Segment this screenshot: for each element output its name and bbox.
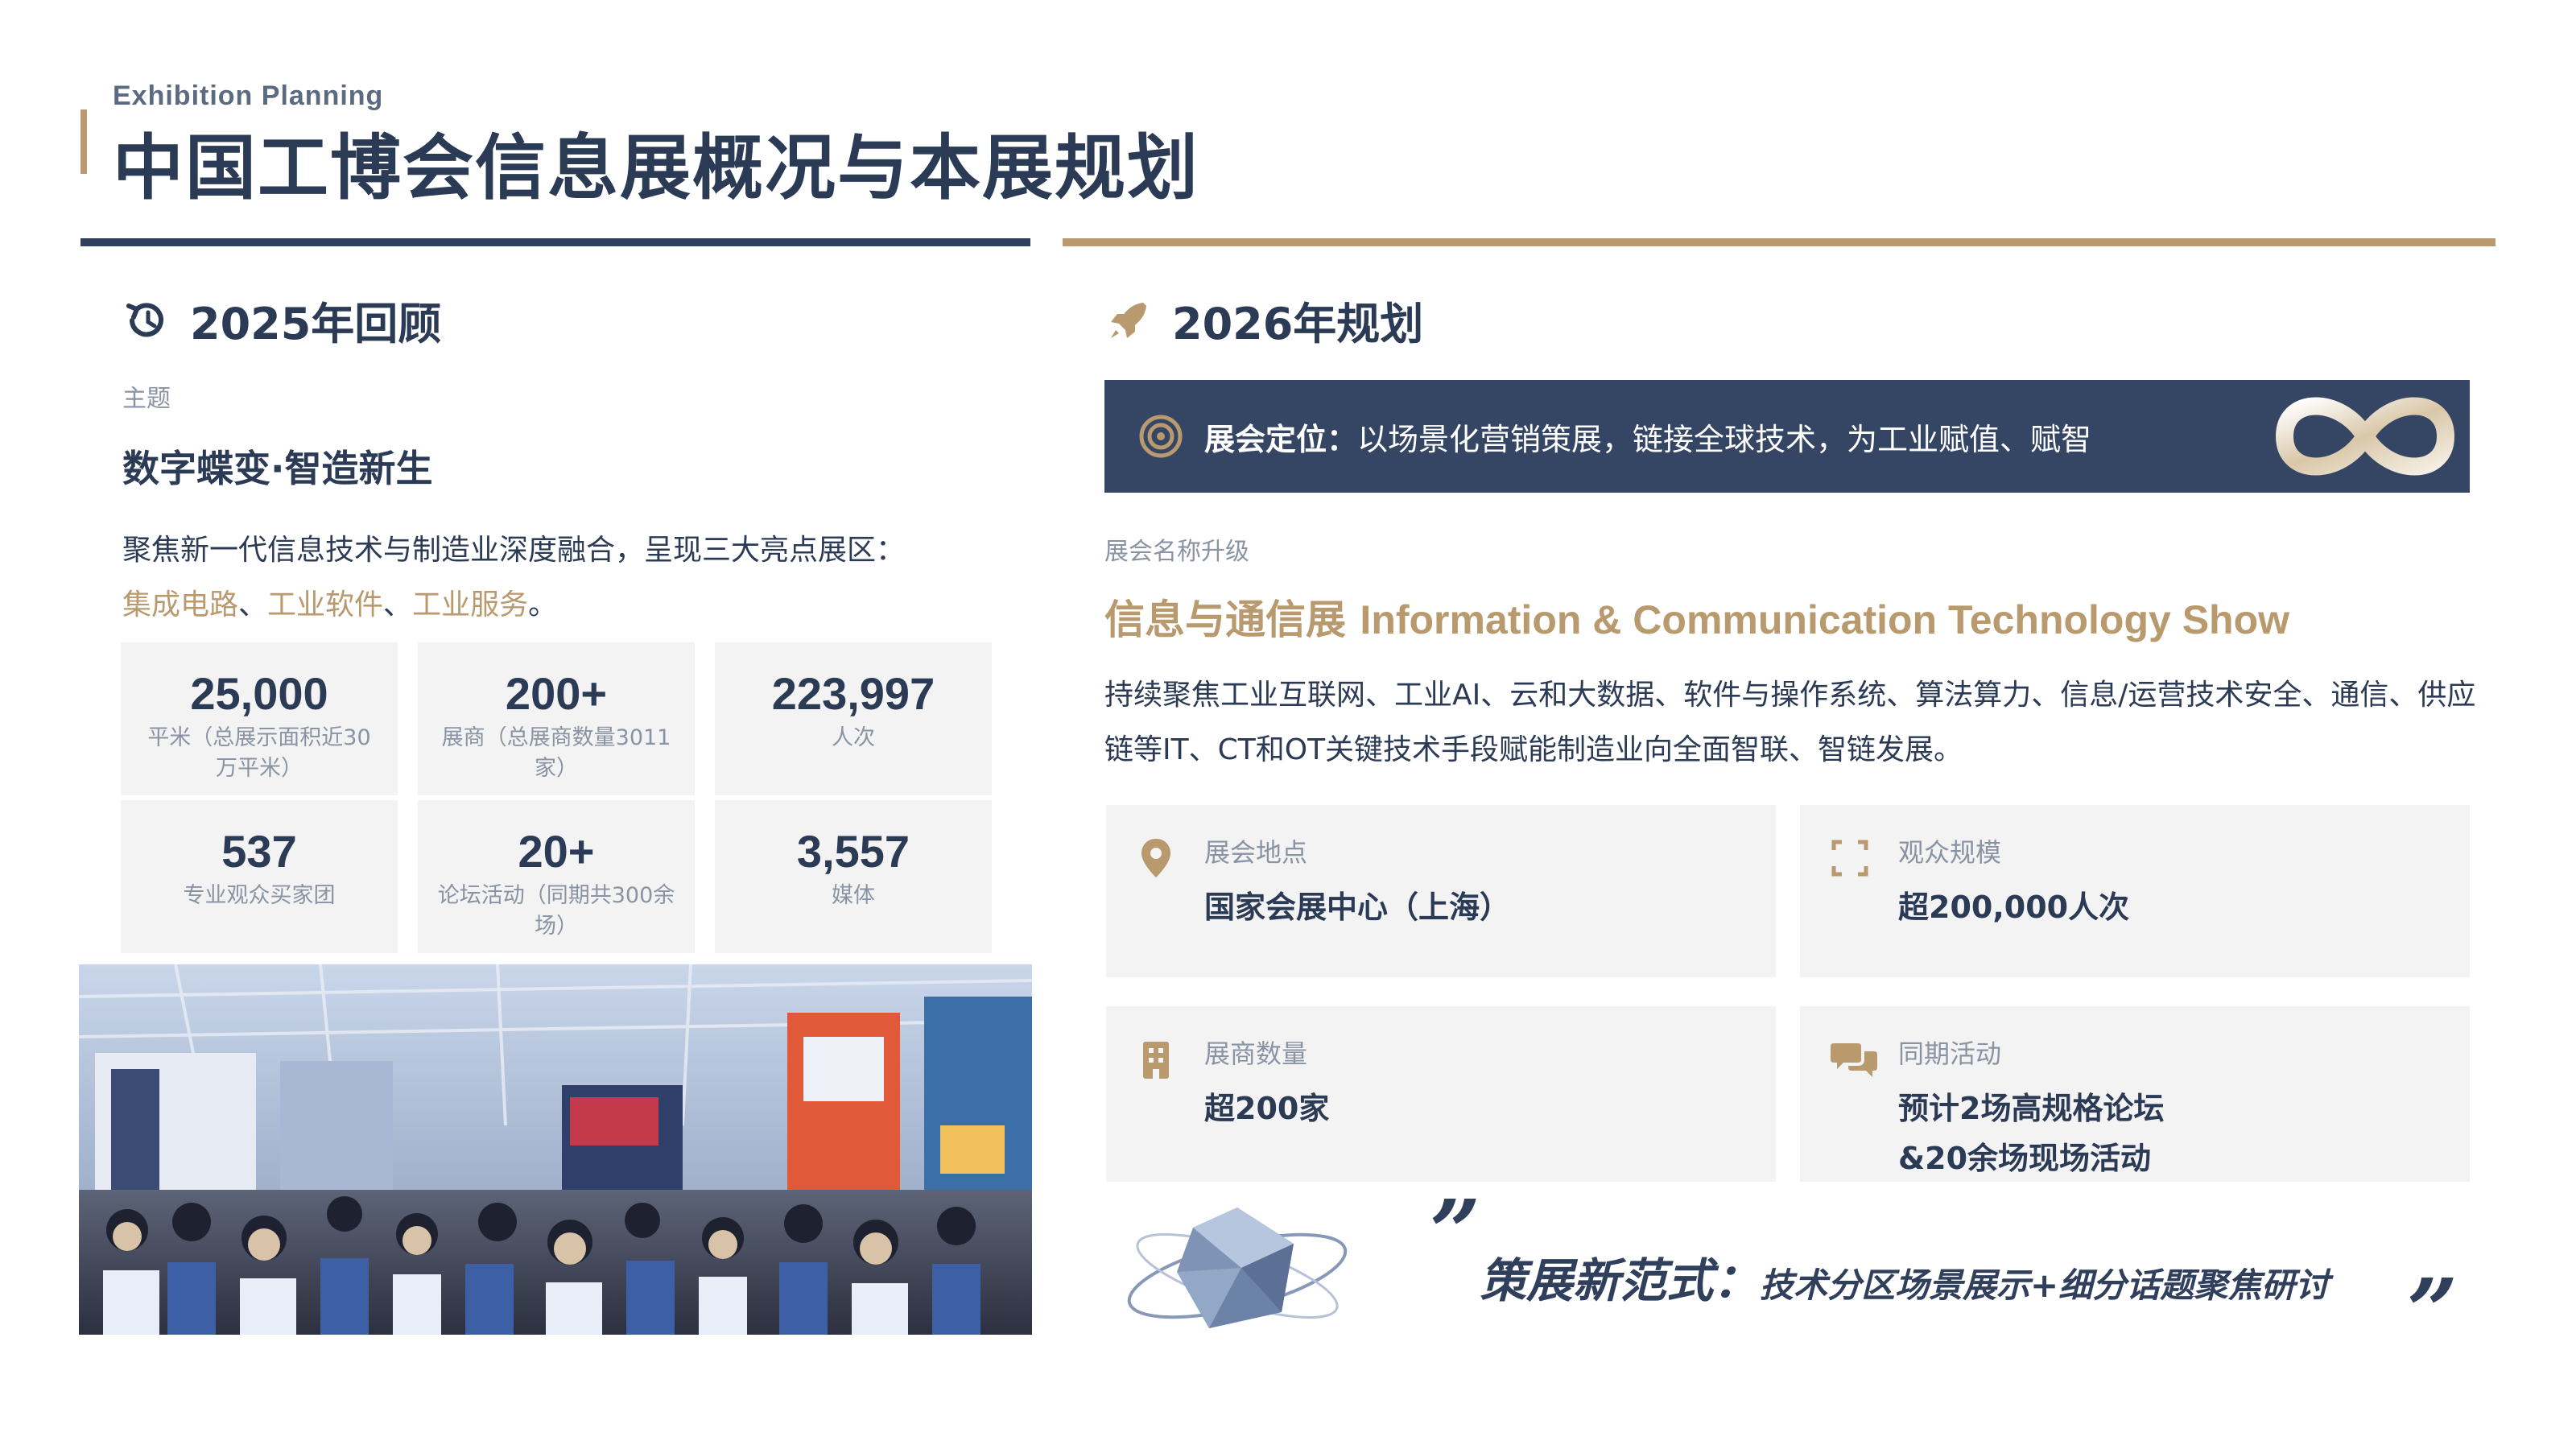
exhibition-photo bbox=[79, 964, 1032, 1335]
stat-card: 537 专业观众买家团 bbox=[121, 800, 398, 953]
info-card-exhibitors: 展商数量 超200家 bbox=[1106, 1006, 1776, 1182]
stats-grid: 25,000 平米（总展示面积近30万平米） 200+ 展商（总展商数量3011… bbox=[121, 642, 992, 953]
crystal-cube-icon bbox=[1127, 1208, 1348, 1328]
card-label: 展商数量 bbox=[1204, 1038, 1308, 1069]
stat-value: 200+ bbox=[505, 668, 608, 719]
info-card-audience: 观众规模 超200,000人次 bbox=[1800, 805, 2470, 977]
stat-caption: 专业观众买家团 bbox=[183, 883, 336, 908]
stat-caption: 媒体 bbox=[832, 883, 875, 908]
stat-value: 223,997 bbox=[771, 668, 935, 719]
review-intro: 聚焦新一代信息技术与制造业深度融合，呈现三大亮点展区： 集成电路、工业软件、工业… bbox=[122, 523, 1024, 633]
expand-frame-icon bbox=[1831, 840, 1868, 877]
quote-open-icon: ” bbox=[1430, 1180, 1481, 1284]
location-pin-icon bbox=[1141, 839, 1170, 877]
info-card-location: 展会地点 国家会展中心（上海） bbox=[1106, 805, 1776, 977]
right-divider bbox=[1063, 238, 2496, 246]
slogan-main: 策展新范式： bbox=[1480, 1253, 1761, 1308]
plan-heading-text: 2026年规划 bbox=[1172, 299, 1424, 349]
review-intro-text: 聚焦新一代信息技术与制造业深度融合，呈现三大亮点展区： bbox=[122, 534, 906, 567]
card-value-line2: &20余场现场活动 bbox=[1898, 1141, 2152, 1176]
upgrade-title: 信息与通信展 Information & Communication Techn… bbox=[1104, 588, 2289, 646]
review-heading-text: 2025年回顾 bbox=[190, 299, 442, 349]
theme-label: 主题 bbox=[122, 385, 171, 413]
card-value: 国家会展中心（上海） bbox=[1204, 890, 1511, 925]
card-value: 超200家 bbox=[1204, 1091, 1330, 1126]
stat-value: 537 bbox=[221, 826, 297, 877]
card-label: 同期活动 bbox=[1898, 1038, 2002, 1069]
history-icon bbox=[122, 296, 171, 345]
title-accent-bar bbox=[80, 109, 87, 174]
stat-card: 3,557 媒体 bbox=[715, 800, 992, 953]
slogan: 策展新范式：技术分区场景展示+细分话题聚焦研讨 bbox=[1480, 1243, 2329, 1311]
building-icon bbox=[1143, 1042, 1169, 1079]
zone-sep: 、 bbox=[238, 588, 268, 621]
theme-text: 数字蝶变·智造新生 bbox=[122, 447, 433, 490]
page-subtitle-en: Exhibition Planning bbox=[113, 80, 384, 111]
stat-card: 200+ 展商（总展商数量3011家） bbox=[418, 642, 695, 795]
upgrade-title-en: Information & Communication Technology S… bbox=[1360, 597, 2290, 642]
chat-bubbles-icon bbox=[1831, 1043, 1877, 1077]
stat-value: 20+ bbox=[518, 826, 595, 877]
card-label: 展会地点 bbox=[1204, 837, 1308, 868]
zone-1: 集成电路 bbox=[122, 588, 239, 621]
card-value: 预计2场高规格论坛 &20余场现场活动 bbox=[1898, 1084, 2164, 1183]
infinity-logo-icon bbox=[2275, 397, 2455, 476]
left-divider bbox=[80, 238, 1030, 246]
stat-card: 223,997 人次 bbox=[715, 642, 992, 795]
plan-description: 持续聚焦工业互联网、工业AI、云和大数据、软件与操作系统、算法算力、信息/运营技… bbox=[1104, 679, 2476, 766]
stat-caption: 论坛活动（同期共300余场） bbox=[437, 883, 675, 939]
upgrade-label: 展会名称升级 bbox=[1104, 538, 1249, 566]
card-value: 超200,000人次 bbox=[1898, 890, 2130, 925]
zone-2: 工业软件 bbox=[267, 588, 384, 621]
quote-close-icon: ” bbox=[2407, 1259, 2458, 1363]
zone-3: 工业服务 bbox=[412, 588, 529, 621]
plan-heading: 2026年规划 bbox=[1104, 288, 1423, 352]
slogan-sub: 技术分区场景展示+细分话题聚焦研讨 bbox=[1760, 1265, 2330, 1305]
stat-caption: 展商（总展商数量3011家） bbox=[441, 725, 671, 781]
stat-caption: 人次 bbox=[832, 725, 875, 750]
stat-card: 20+ 论坛活动（同期共300余场） bbox=[418, 800, 695, 953]
page-title: 中国工博会信息展概况与本展规划 bbox=[113, 126, 1200, 209]
review-heading: 2025年回顾 bbox=[122, 288, 441, 352]
positioning-label: 展会定位： bbox=[1204, 421, 1358, 457]
info-card-events: 同期活动 预计2场高规格论坛 &20余场现场活动 bbox=[1800, 1006, 2470, 1182]
positioning-text: 以场景化营销策展，链接全球技术，为工业赋值、赋智 bbox=[1357, 421, 2092, 457]
card-value-line1: 预计2场高规格论坛 bbox=[1898, 1091, 2165, 1126]
stat-value: 25,000 bbox=[190, 668, 328, 719]
stat-caption: 平米（总展示面积近30万平米） bbox=[147, 725, 371, 781]
card-label: 观众规模 bbox=[1898, 837, 2002, 868]
target-icon bbox=[1139, 415, 1183, 458]
positioning-banner: 展会定位： 以场景化营销策展，链接全球技术，为工业赋值、赋智 bbox=[1104, 380, 2470, 493]
stat-card: 25,000 平米（总展示面积近30万平米） bbox=[121, 642, 398, 795]
stat-value: 3,557 bbox=[796, 826, 910, 877]
zone-sep: 、 bbox=[383, 588, 413, 621]
rocket-icon bbox=[1104, 296, 1153, 345]
upgrade-title-cn: 信息与通信展 bbox=[1104, 597, 1346, 643]
zone-end: 。 bbox=[528, 588, 558, 621]
